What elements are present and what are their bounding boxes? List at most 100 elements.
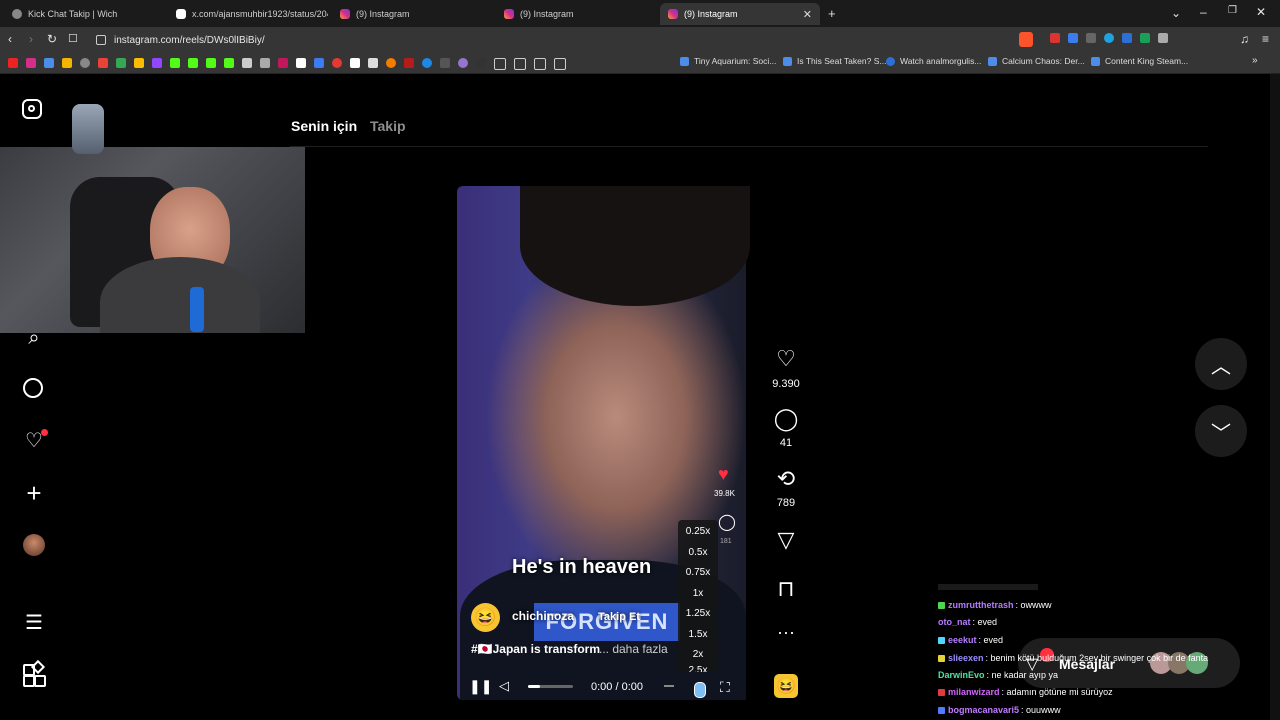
inner-comment-icon[interactable]: ◯ [718, 512, 736, 532]
creator-avatar[interactable]: 😆 [471, 603, 500, 632]
profile-avatar[interactable] [23, 534, 45, 556]
site-info-icon[interactable] [96, 35, 106, 45]
tab-x[interactable]: x.com/ajansmuhbir1923/status/2043... [168, 3, 328, 25]
speed-option[interactable]: 1.25x [678, 608, 718, 619]
tab-search-chevron-icon[interactable]: ⌄ [1171, 6, 1181, 20]
forward-icon[interactable]: › [29, 32, 33, 46]
bookmark-icon[interactable] [350, 58, 360, 68]
bookmark-icon[interactable] [8, 58, 18, 68]
bookmark-item[interactable]: Calcium Chaos: Der... [988, 56, 1085, 66]
bookmark-item[interactable]: Tiny Aquarium: Soci... [680, 56, 776, 66]
folder-icon[interactable] [534, 58, 546, 70]
close-tab-icon[interactable]: ✕ [803, 8, 812, 21]
window-close-icon[interactable]: ✕ [1256, 5, 1266, 19]
url-input[interactable]: instagram.com/reels/DWs0lIBiBiy/ [114, 31, 964, 49]
extension-icon[interactable] [1086, 33, 1096, 43]
bookmark-icon[interactable] [386, 58, 396, 68]
bookmark-icon[interactable] [278, 58, 288, 68]
bookmark-icon[interactable] [98, 58, 108, 68]
tab-kick-chat[interactable]: Kick Chat Takip | Wich [4, 3, 164, 25]
create-plus-icon[interactable]: + [19, 478, 49, 508]
speed-option[interactable]: 1x [678, 588, 718, 599]
explore-compass-icon[interactable] [23, 378, 43, 398]
music-icon[interactable]: ♫ [1240, 32, 1249, 46]
more-menu-icon[interactable]: ☰ [19, 607, 49, 637]
bookmarks-overflow-icon[interactable]: » [1252, 55, 1258, 66]
bookmark-icon[interactable] [242, 58, 252, 68]
settings-knob-icon[interactable] [694, 682, 706, 698]
volume-icon[interactable]: ◁ [499, 678, 509, 694]
speed-option[interactable]: 0.25x [678, 526, 718, 537]
bookmark-item[interactable]: Content King Steam... [1091, 56, 1188, 66]
bookmark-icon[interactable] [80, 58, 90, 68]
bookmark-icon[interactable] [260, 58, 270, 68]
kick-icon[interactable] [206, 58, 216, 68]
bookmark-icon[interactable] [332, 58, 342, 68]
also-from-meta-icon[interactable] [23, 659, 46, 687]
tab-instagram-active[interactable]: (9) Instagram ✕ [660, 3, 820, 25]
bookmark-icon[interactable]: ☐ [68, 32, 78, 45]
audio-thumbnail[interactable]: 😆 [774, 674, 798, 698]
folder-icon[interactable] [554, 58, 566, 70]
bookmark-icon[interactable] [422, 58, 432, 68]
minimize-icon[interactable]: – [1200, 5, 1207, 19]
menu-icon[interactable]: ≡ [1262, 32, 1269, 46]
extensions-puzzle-icon[interactable] [1158, 33, 1168, 43]
follow-button[interactable]: Takip Et [598, 611, 640, 623]
extension-icon[interactable] [1050, 33, 1060, 43]
extension-icon[interactable] [1140, 33, 1150, 43]
more-options-icon[interactable]: ··· [771, 622, 801, 643]
tab-following[interactable]: Takip [370, 118, 406, 134]
inner-heart-icon[interactable]: ♥ [718, 464, 729, 485]
page-scrollbar[interactable] [1270, 74, 1280, 720]
bookmark-icon[interactable] [44, 58, 54, 68]
folder-icon[interactable] [514, 58, 526, 70]
tab-for-you[interactable]: Senin için [291, 118, 357, 134]
bookmark-icon[interactable] [152, 58, 162, 68]
maximize-icon[interactable]: ❐ [1228, 5, 1237, 16]
read-more-link[interactable]: ... daha fazla [599, 642, 668, 656]
like-heart-icon[interactable]: ♡ [771, 346, 801, 372]
speed-option[interactable]: 2.5x [678, 666, 718, 672]
bookmark-icon[interactable] [134, 58, 144, 68]
kick-icon[interactable] [224, 58, 234, 68]
folder-icon[interactable] [494, 58, 506, 70]
bookmark-icon[interactable] [440, 58, 450, 68]
tab-instagram-2[interactable]: (9) Instagram [496, 3, 656, 25]
pause-icon[interactable]: ❚❚ [469, 678, 492, 695]
kick-icon[interactable] [170, 58, 180, 68]
instagram-logo-icon[interactable] [22, 99, 42, 119]
bookmark-icon[interactable] [314, 58, 324, 68]
repost-icon[interactable]: ⟲ [771, 466, 801, 492]
comment-icon[interactable]: ◯ [771, 406, 801, 432]
volume-slider[interactable] [528, 685, 573, 688]
previous-reel-button[interactable]: ︿ [1195, 338, 1247, 390]
bookmark-icon[interactable] [476, 58, 486, 68]
tab-instagram-1[interactable]: (9) Instagram [332, 3, 492, 25]
speed-option[interactable]: 2x [678, 649, 718, 660]
creator-username[interactable]: chichinoza [512, 609, 574, 623]
speed-option[interactable]: 0.75x [678, 567, 718, 578]
extension-icon[interactable] [1104, 33, 1114, 43]
next-reel-button[interactable]: ﹀ [1195, 405, 1247, 457]
speed-option[interactable]: 0.5x [678, 547, 718, 558]
reload-icon[interactable]: ↻ [47, 32, 57, 46]
fullscreen-icon[interactable]: ⛶ [720, 679, 730, 696]
kick-icon[interactable] [188, 58, 198, 68]
bookmark-item[interactable]: Watch analmorgulis... [886, 56, 981, 66]
bookmark-icon[interactable] [26, 58, 36, 68]
progress-track[interactable] [664, 685, 674, 687]
share-send-icon[interactable]: ▽ [771, 527, 801, 553]
new-tab-button[interactable]: + [828, 6, 836, 21]
speed-option[interactable]: 1.5x [678, 629, 718, 640]
bookmark-icon[interactable] [368, 58, 378, 68]
extension-icon[interactable] [1068, 33, 1078, 43]
back-icon[interactable]: ‹ [8, 32, 12, 46]
brave-shield-icon[interactable] [1019, 32, 1033, 47]
extension-icon[interactable] [1122, 33, 1132, 43]
bookmark-icon[interactable] [296, 58, 306, 68]
bookmark-item[interactable]: Is This Seat Taken? S... [783, 56, 886, 66]
bookmark-icon[interactable] [458, 58, 468, 68]
bookmark-icon[interactable] [404, 58, 414, 68]
bookmark-icon[interactable] [116, 58, 126, 68]
